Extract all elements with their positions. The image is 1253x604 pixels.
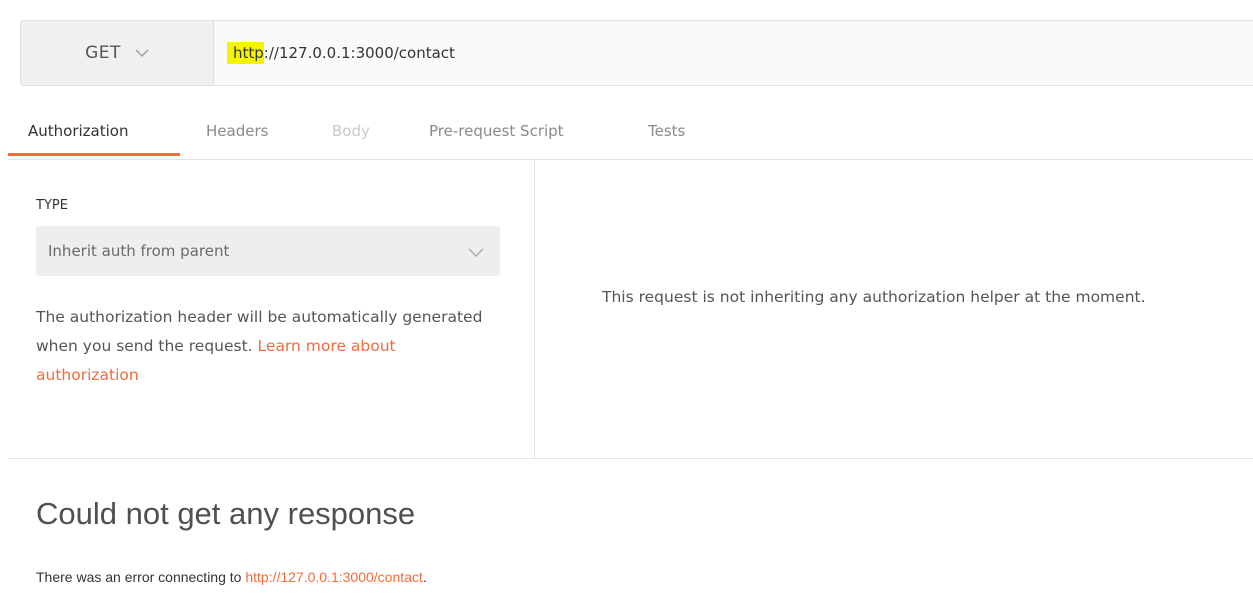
tab-tests[interactable]: Tests	[648, 103, 685, 159]
auth-type-select[interactable]: Inherit auth from parent	[36, 226, 500, 276]
divider	[8, 458, 1253, 459]
tab-body[interactable]: Body	[332, 103, 370, 159]
tab-authorization[interactable]: Authorization	[28, 103, 128, 159]
response-error-message: There was an error connecting to http://…	[36, 569, 427, 585]
chevron-down-icon	[468, 244, 484, 262]
error-url-link[interactable]: http://127.0.0.1:3000/contact	[245, 569, 422, 585]
method-label: GET	[85, 43, 121, 63]
type-label: TYPE	[36, 198, 68, 213]
auth-helper-message: This request is not inheriting any autho…	[602, 288, 1146, 306]
tab-headers[interactable]: Headers	[206, 103, 268, 159]
active-tab-indicator	[8, 153, 180, 156]
request-tabs: Authorization Headers Body Pre-request S…	[8, 103, 1253, 160]
chevron-down-icon	[135, 43, 149, 62]
auth-settings-pane: TYPE Inherit auth from parent The author…	[8, 160, 535, 458]
auth-type-value: Inherit auth from parent	[48, 242, 230, 260]
url-highlight: http	[227, 42, 264, 64]
url-input[interactable]: http://127.0.0.1:3000/contact	[227, 21, 455, 85]
request-url-bar: GET http://127.0.0.1:3000/contact	[20, 20, 1253, 86]
error-suffix: .	[422, 569, 427, 585]
error-prefix: There was an error connecting to	[36, 569, 246, 585]
method-dropdown[interactable]: GET	[21, 21, 214, 85]
response-title: Could not get any response	[36, 496, 416, 531]
url-text: ://127.0.0.1:3000/contact	[263, 44, 455, 62]
tab-pre-request-script[interactable]: Pre-request Script	[429, 103, 564, 159]
auth-description: The authorization header will be automat…	[36, 303, 486, 390]
